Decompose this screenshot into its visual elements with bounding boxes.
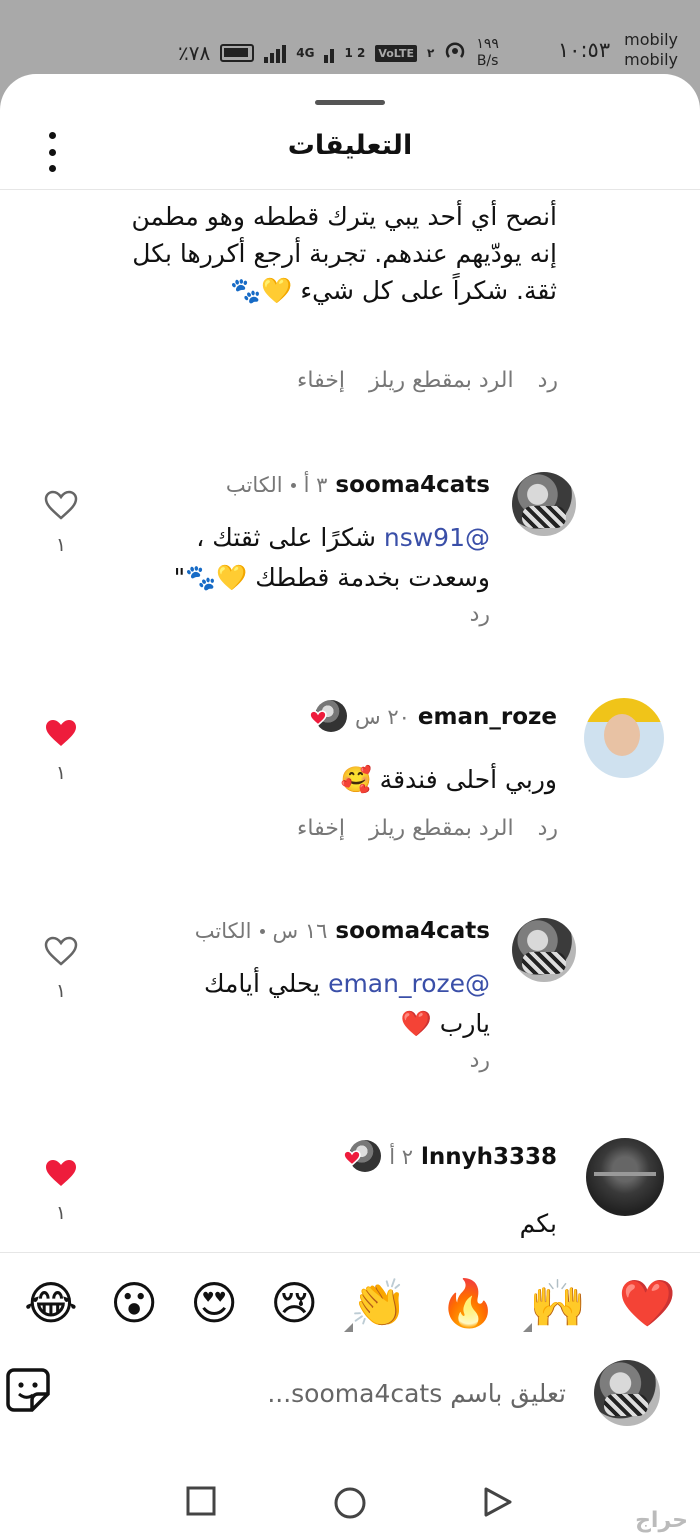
comment-text: بكم [519, 1209, 557, 1238]
comment-meta: eman_roze ٢٠ س [309, 700, 557, 734]
carrier-2: mobily [624, 50, 678, 69]
like-button[interactable]: ١ [42, 1158, 80, 1224]
separator-dot [290, 482, 296, 488]
net-speed: ١٩٩ B/s [476, 36, 499, 70]
comment-actions: رد الرد بمقطع ريلز إخفاء [297, 816, 558, 841]
volte-badge: VoLTE [375, 44, 418, 62]
clock: ١٠:٥٣ [557, 38, 611, 62]
comment-meta: lnnyh3338 ٢ أ [343, 1140, 557, 1174]
battery-icon [220, 44, 255, 62]
volte-slot: ٢ [427, 46, 435, 60]
status-icons: ٪٧٨ 4G 1 2 VoLTE ٢ ١٩٩ B/s [178, 36, 499, 70]
heart-filled-icon [46, 720, 76, 746]
heart-filled-icon [46, 1160, 76, 1186]
username[interactable]: eman_roze [418, 704, 557, 730]
status-right: ١٠:٥٣ mobily mobily [558, 30, 678, 70]
username[interactable]: lnnyh3338 [421, 1144, 557, 1170]
comment-meta: sooma4cats ٣ أ الكاتب [226, 472, 490, 498]
emoji-clap[interactable]: 👏 [344, 1280, 408, 1332]
system-nav-bar: حراج [0, 1456, 700, 1540]
net-speed-value: ١٩٩ [476, 36, 499, 52]
sheet-header: التعليقات [0, 118, 700, 190]
mention-link[interactable]: @eman_roze [328, 969, 490, 998]
net-speed-unit: B/s [476, 53, 499, 69]
comment-composer [0, 1354, 700, 1440]
like-count: ١ [55, 1202, 67, 1224]
username[interactable]: sooma4cats [335, 472, 490, 498]
comment-actions: رد الرد بمقطع ريلز إخفاء [297, 368, 558, 393]
heart-outline-icon [44, 490, 78, 520]
like-count: ١ [55, 762, 67, 784]
comment-time: ٢٠ س [355, 705, 410, 729]
emoji-laughing[interactable]: 😂 [24, 1280, 78, 1326]
mention-username: eman_roze [328, 969, 465, 998]
reply-reel-button[interactable]: الرد بمقطع ريلز [369, 368, 514, 393]
separator-dot [259, 928, 265, 934]
avatar[interactable] [512, 472, 576, 536]
reply-button[interactable]: رد [470, 602, 490, 627]
network-type: 4G [296, 46, 315, 60]
status-bar: ٪٧٨ 4G 1 2 VoLTE ٢ ١٩٩ B/s ١٠:٥٣ mobily mo… [0, 0, 700, 78]
heart-filled-icon [309, 710, 327, 726]
avatar[interactable] [586, 1138, 664, 1216]
emoji-heart[interactable]: ❤️ [619, 1280, 676, 1326]
signal-icon [264, 43, 287, 63]
hide-button[interactable]: إخفاء [297, 368, 345, 393]
signal-icon-2 [324, 43, 335, 63]
emoji-raised-hands[interactable]: 🙌 [523, 1280, 587, 1332]
home-icon[interactable] [333, 1486, 367, 1520]
emoji-surprised[interactable]: 😮 [110, 1280, 158, 1326]
watermark-logo: حراج [635, 1508, 688, 1533]
heart-outline-icon [44, 936, 78, 966]
comment-text: أنصح أي أحد يبي يترك قططه وهو مطمن إنه ي… [131, 202, 557, 305]
back-icon[interactable] [482, 1486, 514, 1518]
comment-input[interactable] [146, 1368, 566, 1418]
sim-slots: 1 2 [344, 46, 366, 60]
drag-handle[interactable] [315, 100, 385, 105]
comments-list[interactable]: أنصح أي أحد يبي يترك قططه وهو مطمن إنه ي… [0, 192, 700, 1252]
battery-percent: ٪٧٨ [178, 41, 211, 65]
reply-reel-button[interactable]: الرد بمقطع ريلز [369, 816, 514, 841]
hide-button[interactable]: إخفاء [297, 816, 345, 841]
like-button[interactable]: ١ [42, 718, 80, 784]
emoji-fire[interactable]: 🔥 [440, 1280, 497, 1326]
carrier-1: mobily [624, 30, 678, 49]
like-count: ١ [55, 534, 67, 556]
comment-text: @nsw91 شكرًا على ثقتك ، وسعدت بخدمة قططك… [130, 518, 490, 598]
avatar[interactable] [584, 698, 664, 778]
heart-filled-icon [343, 1150, 361, 1166]
mention-link[interactable]: @nsw91 [384, 523, 490, 552]
hotspot-icon [444, 40, 466, 67]
comment-meta: sooma4cats ١٦ س الكاتب [195, 918, 490, 944]
creator-liked-badge [309, 700, 348, 734]
like-button[interactable]: ١ [42, 936, 80, 1002]
comment-time: ٣ أ [303, 473, 328, 497]
reply-button[interactable]: رد [538, 368, 558, 393]
avatar[interactable] [512, 918, 576, 982]
sticker-icon[interactable] [4, 1366, 52, 1414]
like-button[interactable]: ١ [42, 490, 80, 556]
emoji-heart-eyes[interactable]: 😍 [190, 1280, 238, 1326]
comment-time: ١٦ س [272, 919, 328, 943]
author-badge: الكاتب [194, 919, 252, 943]
carrier: mobily mobily [624, 30, 678, 70]
like-count: ١ [55, 980, 67, 1002]
reply-button[interactable]: رد [538, 816, 558, 841]
comment-text: وربي أحلى فندقة 🥰 [340, 765, 557, 794]
comment-text: @eman_roze يحلي أيامك يارب ❤️ [150, 964, 490, 1044]
reply-button[interactable]: رد [470, 1048, 490, 1073]
current-user-avatar [594, 1360, 660, 1426]
username[interactable]: sooma4cats [335, 918, 490, 944]
emoji-crying[interactable]: 😢 [270, 1280, 318, 1326]
comments-sheet: التعليقات أنصح أي أحد يبي يترك قططه وهو … [0, 74, 700, 1540]
mention-username: nsw91 [383, 523, 465, 552]
emoji-quick-bar: ❤️ 🙌 🔥 👏 😢 😍 😮 😂 [0, 1252, 700, 1352]
author-badge: الكاتب [225, 473, 283, 497]
comment-time: ٢ أ [389, 1145, 413, 1169]
page-title: التعليقات [287, 130, 413, 161]
creator-liked-badge [343, 1140, 382, 1174]
recents-icon[interactable] [186, 1486, 216, 1516]
